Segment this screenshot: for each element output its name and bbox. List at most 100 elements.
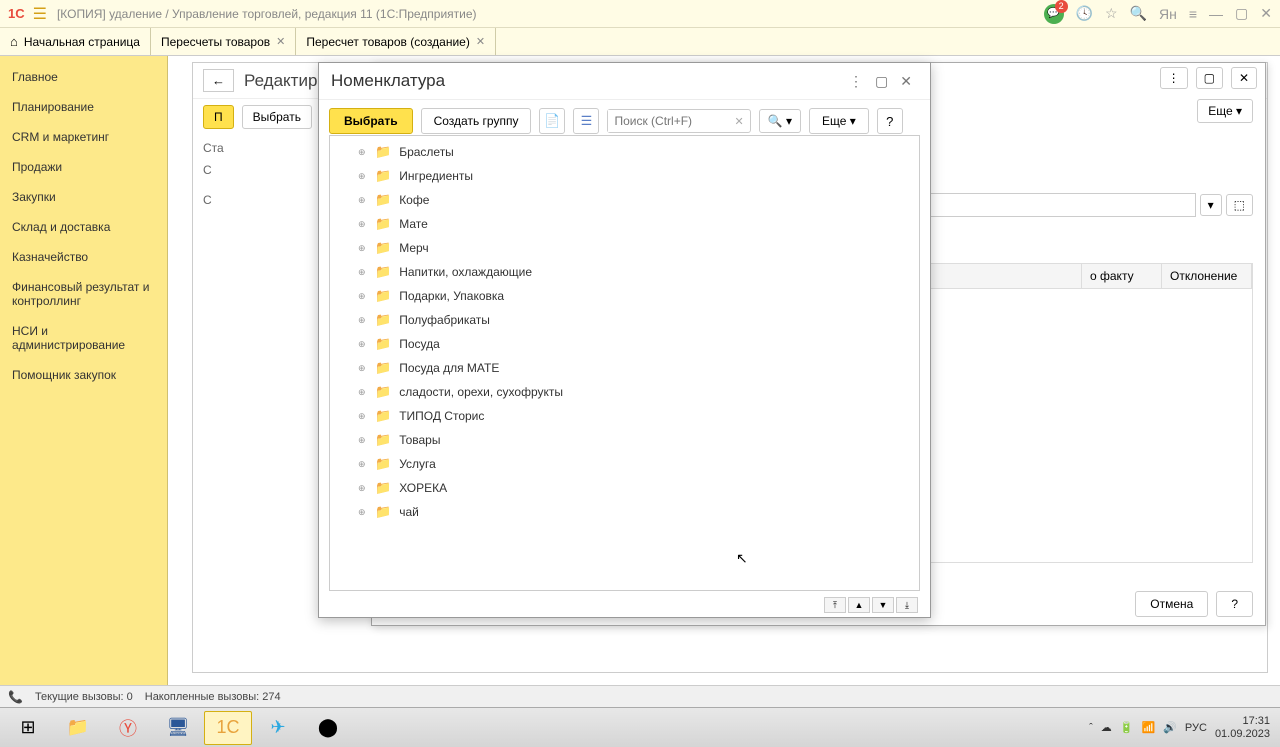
tree-item[interactable]: ⊕📁ХОРЕКА (330, 476, 919, 500)
minimize-icon[interactable]: — (1209, 6, 1223, 22)
tray-battery-icon[interactable]: 🔋 (1120, 721, 1134, 734)
nav-warehouse[interactable]: Склад и доставка (0, 212, 167, 242)
nav-purchase-helper[interactable]: Помощник закупок (0, 360, 167, 390)
expand-icon[interactable]: ⊕ (358, 387, 367, 398)
tree-item[interactable]: ⊕📁ТИПОД Сторис (330, 404, 919, 428)
history-icon[interactable]: 🕓 (1076, 5, 1093, 22)
tree-item[interactable]: ⊕📁чай (330, 500, 919, 524)
expand-icon[interactable]: ⊕ (358, 507, 367, 518)
clear-search-icon[interactable]: ✕ (728, 115, 749, 128)
select-button[interactable]: Выбрать (329, 108, 413, 134)
start-button[interactable]: ⊞ (4, 711, 52, 745)
tree-item[interactable]: ⊕📁Кофе (330, 188, 919, 212)
expand-icon[interactable]: ⊕ (358, 315, 367, 326)
expand-icon[interactable]: ⊕ (358, 267, 367, 278)
cancel-button[interactable]: Отмена (1135, 591, 1208, 617)
expand-icon[interactable]: ⊕ (358, 219, 367, 230)
app-icon-1[interactable]: 🖥 (154, 711, 202, 745)
modal-maximize-icon[interactable]: ▢ (869, 73, 894, 90)
yandex-browser-icon[interactable]: Ⓨ (104, 711, 152, 745)
modal-close-icon[interactable]: ✕ (894, 73, 918, 90)
nav-planning[interactable]: Планирование (0, 92, 167, 122)
expand-icon[interactable]: ⊕ (358, 411, 367, 422)
back-button[interactable]: ← (203, 69, 234, 92)
obs-icon[interactable]: ⬤ (304, 711, 352, 745)
scroll-top-icon[interactable]: ⤒ (824, 597, 846, 613)
tree-item[interactable]: ⊕📁Ингредиенты (330, 164, 919, 188)
tree-item[interactable]: ⊕📁Услуга (330, 452, 919, 476)
tree-item-label: Ингредиенты (399, 169, 473, 183)
more-button-4[interactable]: Еще ▾ (809, 108, 869, 134)
tree-item[interactable]: ⊕📁Посуда для МАТЕ (330, 356, 919, 380)
tree-item[interactable]: ⊕📁Браслеты (330, 140, 919, 164)
dropdown-icon[interactable]: ▾ (1200, 194, 1222, 216)
select-button[interactable]: Выбрать (242, 105, 312, 129)
nav-purchases[interactable]: Закупки (0, 182, 167, 212)
more-button-3[interactable]: Еще ▾ (1197, 99, 1253, 123)
tray-chevron-icon[interactable]: ˆ (1089, 722, 1093, 734)
tray-clock[interactable]: 17:31 01.09.2023 (1215, 715, 1270, 739)
close-icon[interactable]: ✕ (1260, 5, 1272, 22)
tree-item[interactable]: ⊕📁Напитки, охлаждающие (330, 260, 919, 284)
nav-main[interactable]: Главное (0, 62, 167, 92)
search-button[interactable]: 🔍 ▾ (759, 109, 801, 133)
favorite-icon[interactable]: ☆ (1105, 5, 1118, 22)
1c-taskbar-icon[interactable]: 1С (204, 711, 252, 745)
maximize-icon[interactable]: ▢ (1235, 5, 1248, 22)
tab-recount-create[interactable]: Пересчет товаров (создание) ✕ (296, 28, 496, 55)
tree-item[interactable]: ⊕📁Мате (330, 212, 919, 236)
telegram-icon[interactable]: ✈ (254, 711, 302, 745)
kebab-icon[interactable]: ⋮ (1160, 67, 1188, 89)
scroll-up-icon[interactable]: ▲ (848, 597, 870, 613)
list-view-icon[interactable]: ☰ (573, 108, 599, 134)
hamburger-icon[interactable]: ☰ (33, 4, 47, 24)
tab-recounts[interactable]: Пересчеты товаров ✕ (151, 28, 296, 55)
search-input[interactable] (608, 110, 728, 132)
explorer-icon[interactable]: 📁 (54, 711, 102, 745)
expand-icon[interactable]: ⊕ (358, 147, 367, 158)
nav-crm[interactable]: CRM и маркетинг (0, 122, 167, 152)
expand-icon[interactable]: ⊕ (358, 243, 367, 254)
search-icon[interactable]: 🔍 (1130, 5, 1147, 22)
tree-item[interactable]: ⊕📁Подарки, Упаковка (330, 284, 919, 308)
tab-close-icon[interactable]: ✕ (276, 35, 285, 48)
tray-lang[interactable]: РУС (1185, 722, 1207, 734)
expand-icon[interactable]: ⊕ (358, 483, 367, 494)
nav-nsi[interactable]: НСИ и администрирование (0, 316, 167, 360)
nav-finresult[interactable]: Финансовый результат и контроллинг (0, 272, 167, 316)
window-close-icon[interactable]: ✕ (1231, 67, 1257, 89)
primary-action[interactable]: П (203, 105, 234, 129)
tree-item[interactable]: ⊕📁Полуфабрикаты (330, 308, 919, 332)
window-maximize-icon[interactable]: ▢ (1196, 67, 1223, 89)
expand-icon[interactable]: ⊕ (358, 171, 367, 182)
expand-icon[interactable]: ⊕ (358, 195, 367, 206)
tray-wifi-icon[interactable]: 📶 (1142, 721, 1156, 734)
menu-bars-icon[interactable]: ≡ (1189, 6, 1197, 22)
tray-sound-icon[interactable]: 🔊 (1163, 721, 1177, 734)
help-button-3[interactable]: ? (877, 108, 903, 134)
tree-item[interactable]: ⊕📁сладости, орехи, сухофрукты (330, 380, 919, 404)
nomenclature-tree[interactable]: ⊕📁Браслеты⊕📁Ингредиенты⊕📁Кофе⊕📁Мате⊕📁Мер… (329, 135, 920, 591)
modal-kebab-icon[interactable]: ⋮ (843, 73, 869, 90)
tray-cloud-icon[interactable]: ☁ (1101, 721, 1112, 734)
notification-badge[interactable]: 💬 (1044, 4, 1064, 24)
tab-close-icon[interactable]: ✕ (476, 35, 485, 48)
expand-icon[interactable]: ⊕ (358, 435, 367, 446)
expand-icon[interactable]: ⊕ (358, 459, 367, 470)
expand-icon[interactable]: ⊕ (358, 339, 367, 350)
tree-item[interactable]: ⊕📁Товары (330, 428, 919, 452)
help-button-2[interactable]: ? (1216, 591, 1253, 617)
scroll-down-icon[interactable]: ▼ (872, 597, 894, 613)
expand-icon[interactable]: ⊕ (358, 363, 367, 374)
open-icon[interactable]: ⬚ (1226, 194, 1253, 216)
create-group-button[interactable]: Создать группу (421, 108, 532, 134)
tree-item[interactable]: ⊕📁Посуда (330, 332, 919, 356)
user-label[interactable]: Ян (1159, 6, 1177, 22)
expand-icon[interactable]: ⊕ (358, 291, 367, 302)
tree-item[interactable]: ⊕📁Мерч (330, 236, 919, 260)
scroll-bottom-icon[interactable]: ⤓ (896, 597, 918, 613)
tab-home[interactable]: ⌂ Начальная страница (0, 28, 151, 55)
nav-sales[interactable]: Продажи (0, 152, 167, 182)
nav-treasury[interactable]: Казначейство (0, 242, 167, 272)
create-item-icon[interactable]: 📄 (539, 108, 565, 134)
